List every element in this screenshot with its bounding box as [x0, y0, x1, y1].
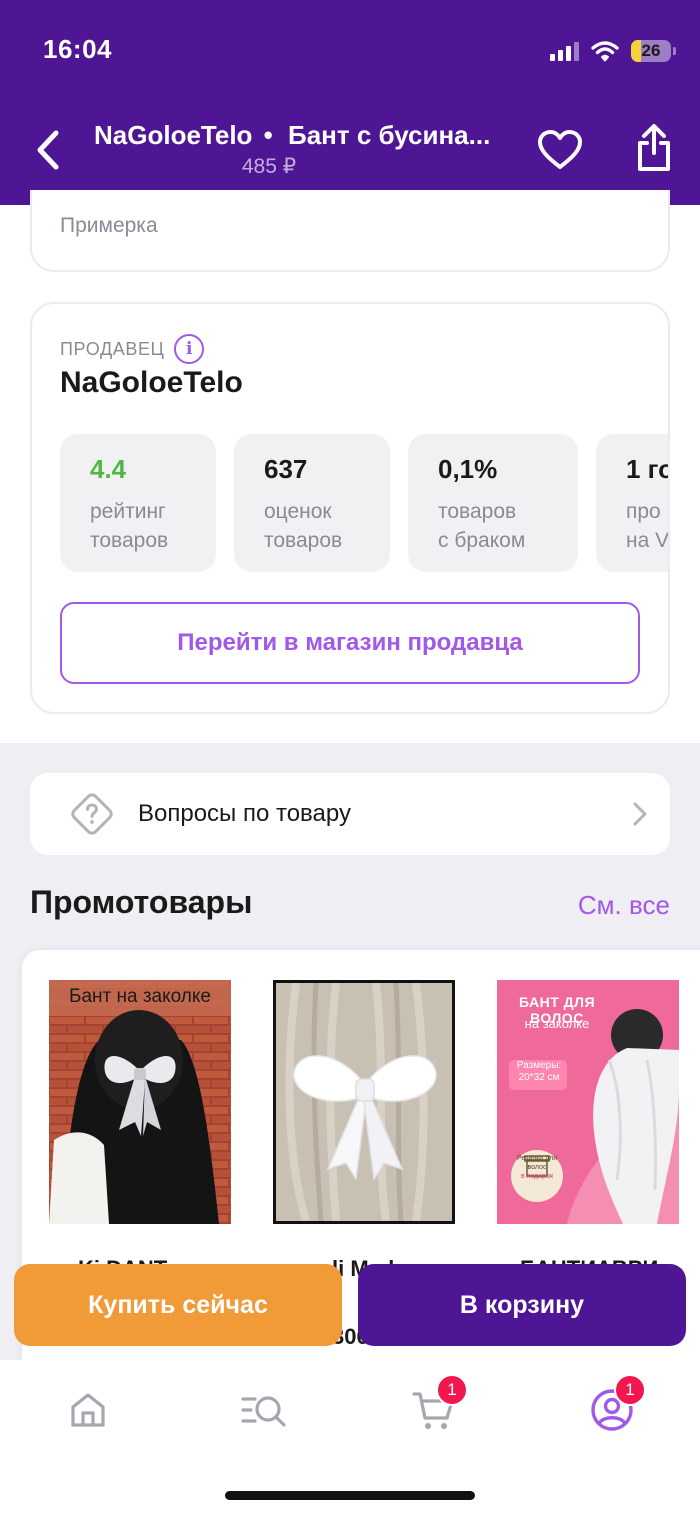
heart-icon [538, 130, 582, 169]
stat-label: рейтинг товаров [90, 500, 169, 552]
stat-years: 1 го про на V [596, 434, 670, 572]
catalog-search-icon [241, 1396, 286, 1427]
product-title: NaGoloeTelo • Бант с бусина... [94, 120, 524, 151]
battery-tip [673, 47, 676, 55]
seller-label: ПРОДАВЕЦ [60, 338, 165, 359]
info-icon[interactable]: i [174, 334, 205, 364]
tab-cart[interactable]: 1 [404, 1374, 468, 1438]
back-button[interactable] [28, 126, 68, 174]
tab-bar: 1 1 [0, 1360, 700, 1516]
buy-now-button[interactable]: Купить сейчас [14, 1264, 342, 1346]
seller-card: ПРОДАВЕЦ i NaGoloeTelo 4.4 рейтинг товар… [30, 302, 670, 714]
battery-icon: 26 [631, 40, 671, 62]
promo-see-all-link[interactable]: См. все [578, 890, 670, 921]
home-icon [71, 1393, 105, 1427]
profile-badge: 1 [614, 1374, 646, 1406]
wifi-icon [591, 41, 619, 62]
stat-value: 637 [264, 454, 308, 484]
stat-reviews: 637 оценок товаров [234, 434, 390, 572]
tab-home[interactable] [58, 1382, 118, 1438]
status-icons: 26 [550, 36, 676, 66]
header-brand: NaGoloeTelo [94, 120, 253, 150]
home-indicator [225, 1491, 475, 1500]
header-price: 485 ₽ [241, 155, 297, 178]
tab-catalog[interactable] [233, 1382, 293, 1438]
product-size-title: Размеры: [516, 1060, 562, 1071]
stat-label: оценок товаров [264, 500, 343, 552]
seller-label-row: ПРОДАВЕЦ i [60, 334, 205, 364]
questions-row[interactable]: Вопросы по товару [30, 773, 670, 855]
fitting-label: Примерка [60, 214, 158, 237]
back-icon [37, 130, 59, 170]
go-to-store-button[interactable]: Перейти в магазин продавца [60, 602, 640, 684]
question-icon [66, 788, 118, 840]
questions-label: Вопросы по товару [138, 800, 351, 827]
tab-profile[interactable]: 1 [582, 1374, 646, 1438]
product-size-label: Размеры: 20*32 см [511, 1060, 567, 1084]
stat-rating: 4.4 рейтинг товаров [60, 434, 216, 572]
stat-label: про на V [626, 500, 670, 552]
share-icon [638, 124, 670, 171]
product-size-value: 20*32 см [518, 1072, 560, 1083]
app-header: 16:04 26 NaGoloeTelo • Бант с бусина... … [0, 0, 700, 205]
seller-stats: 4.4 рейтинг товаров 637 оценок товаров 0… [60, 434, 670, 572]
stat-value: 0,1% [438, 454, 498, 484]
promo-title: Промотовары [30, 884, 253, 920]
header-separator: • [263, 120, 273, 150]
favorite-button[interactable] [536, 126, 584, 174]
product-gift-title: Резинки для волос [517, 1155, 557, 1171]
share-button[interactable] [630, 120, 678, 176]
stat-defects: 0,1% товаров с браком [408, 434, 578, 572]
product-image[interactable] [49, 980, 231, 1224]
status-time: 16:04 [43, 34, 112, 64]
stat-value: 4.4 [90, 454, 127, 484]
stat-value: 1 го [626, 454, 670, 484]
cart-badge: 1 [436, 1374, 468, 1406]
product-gift-label: Резинки для волос в подарок [513, 1150, 561, 1181]
add-to-cart-button[interactable]: В корзину [358, 1264, 686, 1346]
product-image-caption-2: на заколке [524, 1016, 590, 1031]
product-image-caption: Бант на заколке [69, 986, 211, 1007]
product-image[interactable] [273, 980, 455, 1224]
product-gift-sub: в подарок [520, 1173, 554, 1180]
header-product-name: Бант с бусина... [288, 120, 491, 150]
battery-percent: 26 [641, 41, 661, 60]
chevron-right-icon [633, 802, 647, 826]
signal-icon [550, 41, 579, 61]
stat-label: товаров с браком [438, 500, 526, 552]
seller-name[interactable]: NaGoloeTelo [60, 366, 243, 400]
